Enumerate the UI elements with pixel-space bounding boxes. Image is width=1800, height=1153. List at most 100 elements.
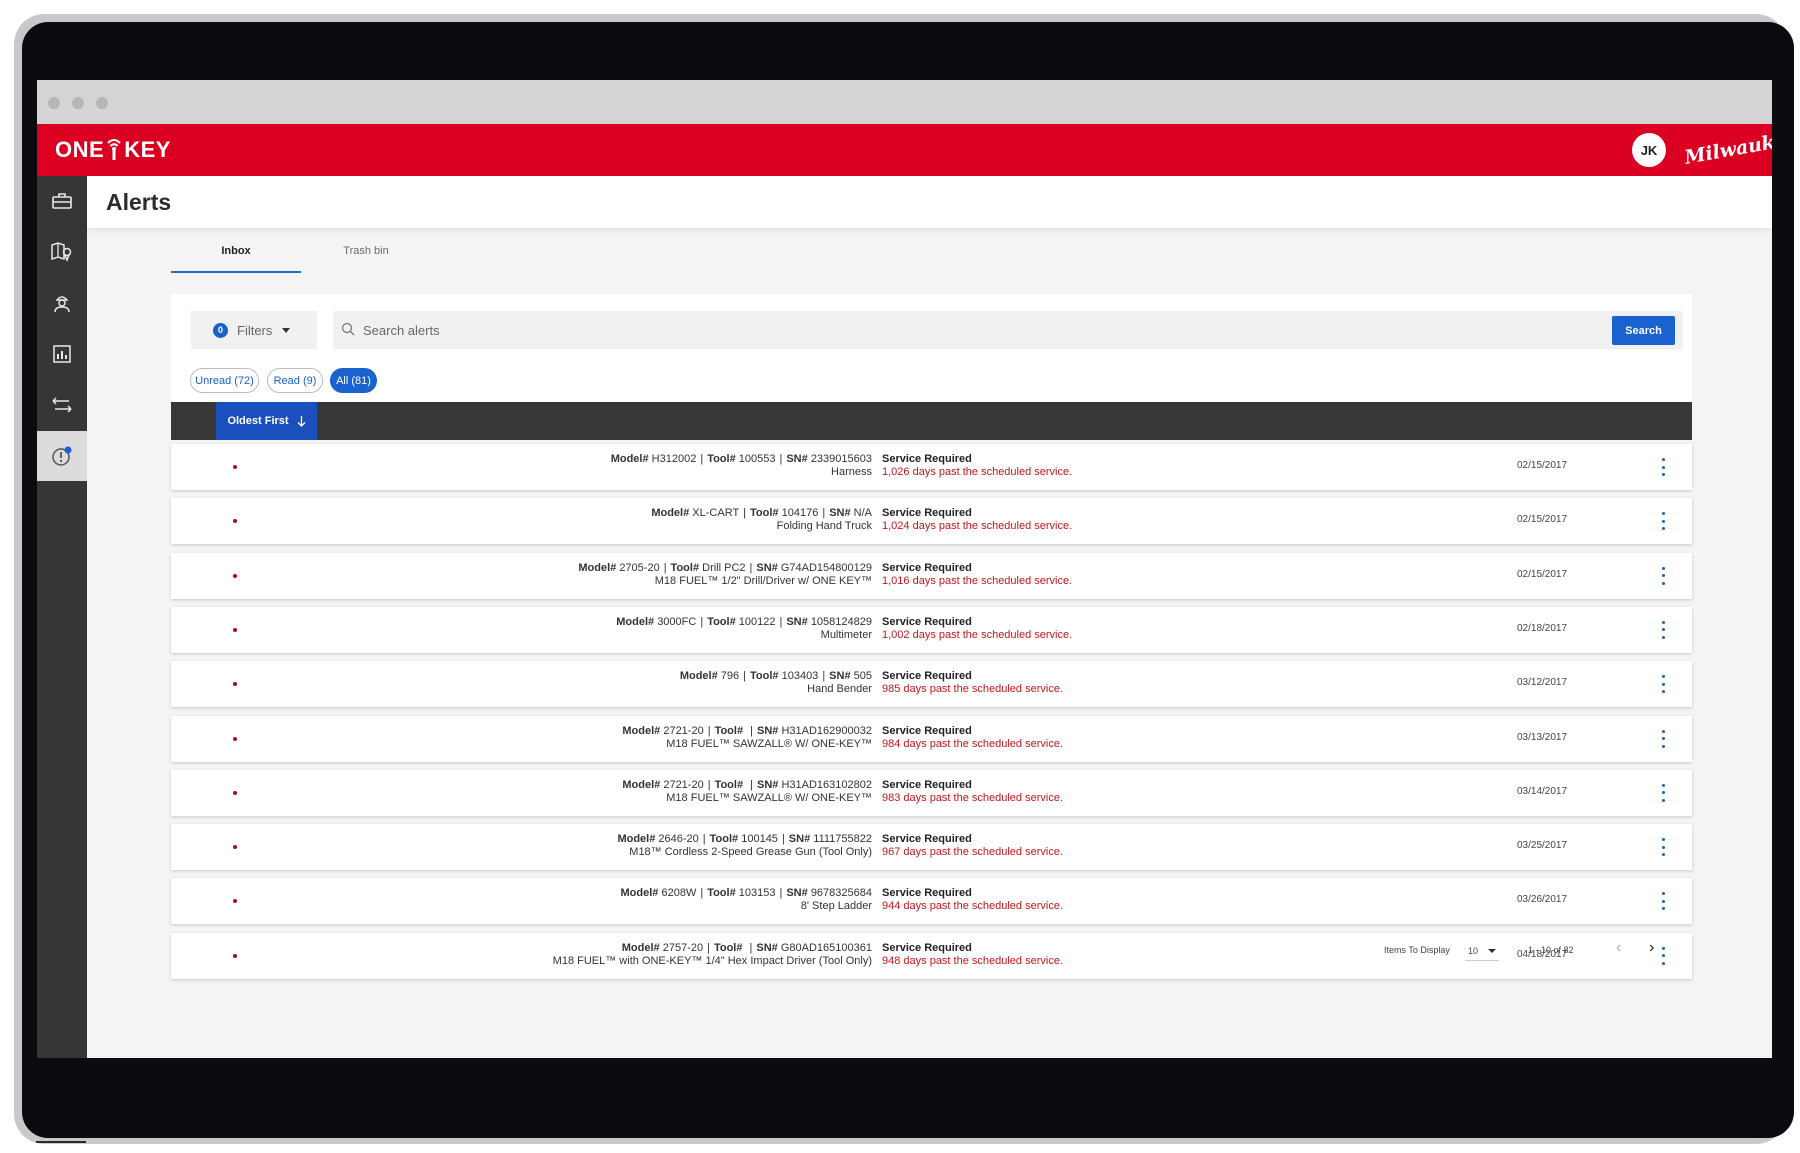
more-options-icon[interactable] <box>1658 675 1668 694</box>
model-label: Model# <box>578 561 617 574</box>
separator: | <box>749 561 753 574</box>
alert-title: Service Required <box>882 453 972 465</box>
nav-item-reports[interactable] <box>37 329 87 379</box>
separator: | <box>700 887 704 900</box>
model-label: Model# <box>620 887 659 900</box>
table-row[interactable]: Model# 2721-20 | Tool# | SN# H31AD162900032… <box>171 715 1692 762</box>
model-value: 2721-20 <box>663 724 704 737</box>
window-maximize-dot[interactable] <box>96 97 108 109</box>
more-options-icon[interactable] <box>1658 892 1668 911</box>
chip-read[interactable]: Read (9) <box>267 368 323 393</box>
alert-detail: 985 days past the scheduled service. <box>882 683 1064 696</box>
model-label: Model# <box>622 724 661 737</box>
window-minimize-dot[interactable] <box>72 97 84 109</box>
tab-inbox[interactable]: Inbox <box>171 245 301 273</box>
alert-date: 02/15/2017 <box>1517 460 1568 471</box>
alert-message: Service Required 1,026 days past the sche… <box>882 453 1072 479</box>
sn-value: 9678325684 <box>810 887 872 900</box>
items-per-page-select[interactable]: 10 <box>1465 941 1499 961</box>
separator: | <box>779 615 783 628</box>
filters-button[interactable]: 0 Filters <box>191 311 317 349</box>
search-input[interactable] <box>363 319 1513 341</box>
tab-label: Inbox <box>221 245 251 257</box>
separator: | <box>707 724 711 737</box>
more-options-icon[interactable] <box>1658 566 1668 585</box>
table-row[interactable]: Model# 6208W | Tool# 103153 | SN# 9678325684… <box>171 878 1692 925</box>
tool-info: Model# 2721-20 | Tool# | SN# H31AD163102802… <box>622 779 872 805</box>
more-options-icon[interactable] <box>1658 838 1668 857</box>
tool-value: 103153 <box>738 887 776 900</box>
onekey-logo[interactable]: ONE KEY <box>55 137 171 163</box>
search-box: Search <box>333 311 1683 349</box>
more-options-icon[interactable] <box>1658 458 1668 476</box>
unread-dot <box>233 519 237 524</box>
unread-dot <box>233 845 237 850</box>
model-label: Model# <box>610 453 649 465</box>
tool-ids: Model# XL-CART | Tool# 104176 | SN# N/A <box>651 507 872 520</box>
table-row[interactable]: Model# 2705-20 | Tool# Drill PC2 | SN# G74AD… <box>171 552 1692 599</box>
tool-ids: Model# 2721-20 | Tool# | SN# H31AD163102802 <box>622 779 872 792</box>
map-location-icon <box>51 242 72 262</box>
sort-button[interactable]: Oldest First <box>216 402 317 440</box>
model-label: Model# <box>622 778 661 791</box>
tool-name: M18 FUEL™ 1/2" Drill/Driver w/ ONE KEY™ <box>654 574 872 587</box>
model-value: 2721-20 <box>663 778 704 791</box>
alert-message: Service Required 944 days past the schedu… <box>882 887 1063 913</box>
unread-dot <box>233 899 237 904</box>
chip-all[interactable]: All (81) <box>330 368 377 393</box>
tool-label: Tool# <box>750 507 779 520</box>
nav-item-inventory[interactable] <box>37 176 87 226</box>
table-row[interactable]: Model# 3000FC | Tool# 100122 | SN# 105812482… <box>171 606 1692 653</box>
more-options-icon[interactable] <box>1658 729 1668 748</box>
tool-info: Model# 2721-20 | Tool# | SN# H31AD162900032… <box>622 725 872 751</box>
tool-label: Tool# <box>714 724 744 737</box>
tab-trash-bin[interactable]: Trash bin <box>301 245 431 273</box>
browser-chrome <box>37 80 1772 124</box>
items-to-display-label: Items To Display <box>1384 945 1450 955</box>
sn-label: SN# <box>786 615 808 628</box>
separator: | <box>707 778 711 791</box>
alert-date: 03/12/2017 <box>1517 677 1568 689</box>
alert-title: Service Required <box>882 561 972 574</box>
tool-label: Tool# <box>707 453 736 465</box>
nav-item-people[interactable] <box>37 278 87 328</box>
sn-label: SN# <box>786 887 808 900</box>
tool-label: Tool# <box>709 833 739 846</box>
tab-label: Trash bin <box>343 245 389 257</box>
tool-ids: Model# 2705-20 | Tool# Drill PC2 | SN# G74AD… <box>578 562 872 575</box>
search-button[interactable]: Search <box>1612 316 1675 345</box>
nav-item-map[interactable] <box>37 227 87 277</box>
separator: | <box>743 670 747 683</box>
alert-detail: 1,016 days past the scheduled service. <box>882 574 1073 587</box>
toolbar-panel: 0 Filters Search Unread (72) Read (9) Al… <box>171 294 1692 402</box>
nav-item-alerts[interactable] <box>37 431 87 481</box>
tool-label: Tool# <box>707 615 736 628</box>
filters-label: Filters <box>237 322 273 338</box>
alert-message: Service Required 1,016 days past the sche… <box>882 562 1072 588</box>
chevron-right-icon[interactable]: › <box>1649 939 1654 957</box>
chip-unread[interactable]: Unread (72) <box>190 368 259 393</box>
table-row[interactable]: Model# 2646-20 | Tool# 100145 | SN# 11117558… <box>171 824 1692 871</box>
alert-title: Service Required <box>882 833 972 846</box>
chevron-left-icon[interactable]: ‹ <box>1616 939 1621 957</box>
table-row[interactable]: Model# H312002 | Tool# 100553 | SN# 23390156… <box>171 444 1692 490</box>
more-options-icon[interactable] <box>1658 620 1668 639</box>
window-close-dot[interactable] <box>48 97 60 109</box>
separator: | <box>663 561 667 574</box>
more-options-icon[interactable] <box>1658 512 1668 531</box>
table-row[interactable]: Model# 2721-20 | Tool# | SN# H31AD163102802… <box>171 769 1692 816</box>
alert-message: Service Required 1,002 days past the sche… <box>882 616 1072 642</box>
alert-date: 02/15/2017 <box>1517 568 1568 580</box>
user-avatar[interactable]: JK <box>1632 133 1666 167</box>
tool-ids: Model# 796 | Tool# 103403 | SN# 505 <box>680 670 872 683</box>
separator: | <box>750 724 753 737</box>
app-header: ONE KEY JK Milwaukee <box>37 124 1772 176</box>
sn-label: SN# <box>829 670 851 683</box>
more-options-icon[interactable] <box>1658 783 1668 802</box>
model-label: Model# <box>651 507 690 520</box>
search-icon <box>341 322 355 336</box>
table-row[interactable]: Model# 796 | Tool# 103403 | SN# 505 Hand Bend… <box>171 661 1692 708</box>
nav-item-transfers[interactable] <box>37 380 87 430</box>
caret-down-icon <box>1488 948 1496 953</box>
table-row[interactable]: Model# XL-CART | Tool# 104176 | SN# N/A Foldi… <box>171 498 1692 545</box>
